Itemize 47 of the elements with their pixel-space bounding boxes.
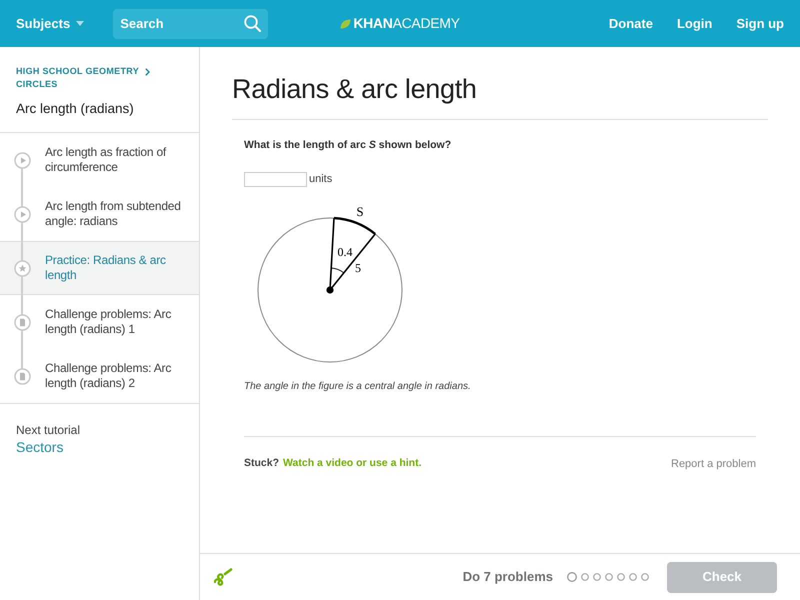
document-circle-icon [14, 368, 30, 384]
nav-link[interactable]: Donate [608, 14, 653, 34]
angle-label: 0.4 [338, 244, 352, 258]
next-tutorial-label: Next tutorial [16, 423, 80, 438]
breadcrumb-link[interactable]: HIGH SCHOOL GEOMETRY [16, 65, 140, 78]
answer-field[interactable] [244, 172, 307, 187]
subjects-menu-button[interactable]: Subjects [16, 14, 84, 34]
lesson-list-item[interactable]: Arc length from subtended angle: radians [0, 187, 199, 241]
lesson-title: Practice: Radians & arc length [45, 253, 167, 283]
lesson-list-item[interactable]: Challenge problems: Arc length (radians) 2 [0, 349, 199, 403]
lesson-title: Arc length from subtended angle: radians [45, 199, 182, 229]
lesson-title: Challenge problems: Arc length (radians) 1 [45, 307, 172, 337]
leaf-icon [340, 18, 352, 28]
khan-academy-logo[interactable]: KHANACADEMY [340, 13, 460, 34]
logo-wordmark: KHANACADEMY [353, 14, 460, 33]
squiggle-icon [213, 568, 233, 586]
arc-segment [334, 216, 376, 234]
report-problem-link[interactable]: Report a problem [671, 456, 756, 472]
breadcrumb-link[interactable]: CIRCLES [16, 78, 58, 91]
star-circle-icon [14, 260, 30, 276]
chevron-right-icon [145, 68, 150, 76]
lesson-title: Challenge problems: Arc length (radians) 2 [45, 361, 172, 391]
search-icon[interactable] [244, 14, 262, 32]
question-text: What is the length of arc S shown below? [244, 138, 452, 153]
lesson-title: Arc length as fraction of circumference [45, 145, 168, 175]
play-circle-icon [14, 206, 30, 222]
caret-down-icon [76, 21, 84, 26]
hint-link[interactable]: Watch a video or use a hint. [283, 456, 422, 472]
arc-label: S [356, 204, 364, 218]
lesson-list-item[interactable]: Arc length as fraction of circumference [0, 133, 199, 187]
nav-link[interactable]: Login [676, 14, 712, 34]
tutorial-title: Arc length (radians) [16, 100, 134, 118]
goal-text: Do 7 problems [462, 568, 553, 586]
stuck-label: Stuck? [244, 456, 280, 471]
search-field[interactable]: Search [113, 8, 268, 38]
page-title: Radians & arc length [232, 73, 477, 106]
lesson-list-item[interactable]: Challenge problems: Arc length (radians) 1 [0, 295, 199, 349]
center-point [326, 286, 334, 294]
lesson-list-item[interactable]: Practice: Radians & arc length [0, 241, 199, 295]
radius-label: 5 [355, 260, 361, 274]
angle-mark [330, 267, 344, 273]
unit-label: units [309, 172, 332, 187]
document-circle-icon [14, 314, 30, 330]
play-circle-icon [14, 152, 30, 168]
figure-caption: The angle in the figure is a central angle in radians. [244, 380, 471, 394]
nav-link[interactable]: Sign up [736, 14, 784, 34]
next-tutorial-link[interactable]: Sectors [16, 438, 64, 456]
